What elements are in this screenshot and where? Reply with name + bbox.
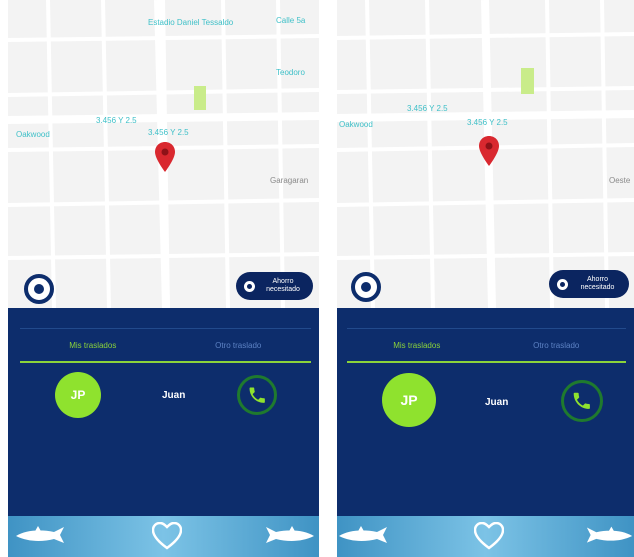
tiburon-icon[interactable]	[14, 524, 66, 548]
map-label: 3.456 Y 2.5	[407, 104, 448, 113]
phone-icon	[249, 387, 265, 403]
phone-screen-right: 3.456 Y 2.5 3.456 Y 2.5 Oakwood Oeste Ah…	[337, 0, 634, 557]
map-label: Oakwood	[339, 120, 373, 129]
tiburon-icon[interactable]	[264, 524, 316, 548]
tiburon-icon[interactable]	[585, 524, 634, 548]
tab-otro-traslado[interactable]: Otro traslado	[487, 329, 627, 361]
locate-icon[interactable]	[24, 274, 54, 304]
map-view[interactable]: 3.456 Y 2.5 3.456 Y 2.5 Oakwood Oeste Ah…	[337, 0, 634, 308]
map-pin-icon[interactable]	[155, 142, 175, 172]
park-area	[194, 86, 206, 110]
map-label: Garagaran	[270, 176, 309, 185]
eye-icon	[557, 278, 568, 290]
map-label: 3.456 Y 2.5	[148, 128, 189, 137]
heart-icon[interactable]	[152, 522, 182, 550]
tiburon-icon[interactable]	[337, 524, 389, 548]
bottom-panel: Mis traslados Otro traslado JP Juan	[337, 308, 634, 518]
map-label: Oeste	[609, 176, 631, 185]
footer-bar	[8, 516, 319, 557]
eye-icon	[244, 280, 255, 292]
park-area	[521, 68, 534, 94]
map-label: Teodoro	[276, 68, 305, 77]
call-button[interactable]	[561, 380, 603, 422]
tab-bar: Mis traslados Otro traslado	[20, 328, 311, 363]
ahorro-button-label: Ahorro necesitado	[580, 276, 615, 291]
ahorro-button[interactable]: Ahorro necesitado	[236, 272, 313, 300]
map-label: Oakwood	[16, 130, 50, 139]
ahorro-button[interactable]: Ahorro necesitado	[549, 270, 629, 298]
phone-screen-left: Estadio Daniel Tessaldo Calle 5a Teodoro…	[8, 0, 319, 557]
phone-icon	[573, 392, 591, 410]
heart-icon[interactable]	[474, 522, 504, 550]
tab-bar: Mis traslados Otro traslado	[347, 328, 626, 363]
locate-icon[interactable]	[351, 272, 381, 302]
call-button[interactable]	[237, 375, 277, 415]
map-view[interactable]: Estadio Daniel Tessaldo Calle 5a Teodoro…	[8, 0, 319, 308]
footer-bar	[337, 516, 634, 557]
tab-otro-traslado[interactable]: Otro traslado	[166, 329, 312, 361]
contact-name: Juan	[485, 397, 509, 408]
contact-name: Juan	[162, 390, 186, 401]
map-label: Estadio Daniel Tessaldo	[148, 18, 234, 27]
map-label: Calle 5a	[276, 16, 306, 25]
tab-mis-traslados[interactable]: Mis traslados	[20, 329, 166, 361]
map-pin-icon[interactable]	[479, 136, 499, 166]
tab-mis-traslados[interactable]: Mis traslados	[347, 329, 487, 361]
ahorro-button-label: Ahorro necesitado	[266, 278, 300, 293]
map-label: 3.456 Y 2.5	[467, 118, 508, 127]
map-label: 3.456 Y 2.5	[96, 116, 137, 125]
avatar[interactable]: JP	[55, 372, 101, 418]
bottom-panel: Mis traslados Otro traslado JP Juan	[8, 308, 319, 518]
avatar[interactable]: JP	[382, 373, 436, 427]
